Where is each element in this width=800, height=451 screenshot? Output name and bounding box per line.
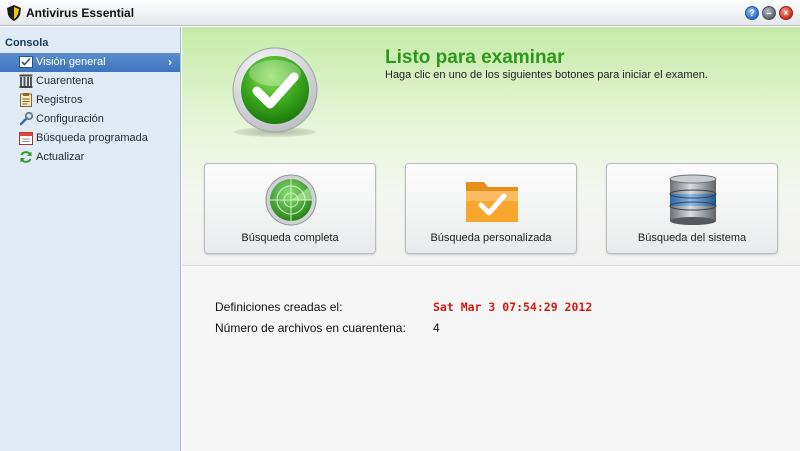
section-divider bbox=[182, 265, 800, 267]
calendar-icon bbox=[19, 132, 33, 145]
title-bar: Antivirus Essential ? – × bbox=[0, 0, 800, 26]
refresh-icon bbox=[20, 151, 32, 163]
logs-icon bbox=[20, 93, 32, 107]
sidebar-item-label: Visión general bbox=[36, 56, 106, 68]
status-title: Listo para examinar bbox=[385, 47, 565, 68]
chevron-right-icon: › bbox=[168, 55, 172, 69]
wrench-icon bbox=[19, 112, 33, 126]
system-scan-label: Búsqueda del sistema bbox=[637, 232, 747, 244]
system-scan-button[interactable]: Búsqueda del sistema bbox=[606, 163, 778, 254]
sidebar-item-label: Actualizar bbox=[36, 151, 85, 163]
sidebar-item-label: Configuración bbox=[36, 113, 104, 125]
definitions-date: Sat Mar 3 07:54:29 2012 bbox=[433, 300, 593, 314]
shield-icon bbox=[7, 5, 21, 21]
close-icon: × bbox=[783, 8, 789, 18]
minimize-button[interactable]: – bbox=[762, 6, 776, 20]
sidebar: Consola Visión general › Cuarentena Regi… bbox=[0, 27, 181, 451]
window-title: Antivirus Essential bbox=[26, 6, 135, 20]
sidebar-item-label: Cuarentena bbox=[36, 75, 94, 87]
custom-scan-button[interactable]: Búsqueda personalizada bbox=[405, 163, 577, 254]
status-banner: Listo para examinar Haga clic en uno de … bbox=[182, 27, 800, 265]
database-icon bbox=[669, 174, 717, 225]
quarantine-count-label: Número de archivos en cuarentena: bbox=[215, 321, 406, 335]
sidebar-header: Consola bbox=[5, 37, 49, 49]
question-icon: ? bbox=[749, 8, 755, 18]
sidebar-item-quarantine[interactable]: Cuarentena bbox=[0, 72, 180, 91]
definitions-label: Definiciones creadas el: bbox=[215, 300, 343, 314]
overview-icon bbox=[19, 56, 33, 68]
sidebar-item-overview[interactable]: Visión general › bbox=[0, 53, 180, 72]
quarantine-count-value: 4 bbox=[433, 321, 440, 335]
close-button[interactable]: × bbox=[779, 6, 793, 20]
sidebar-item-update[interactable]: Actualizar bbox=[0, 148, 180, 167]
sidebar-item-label: Registros bbox=[36, 94, 83, 106]
sidebar-item-settings[interactable]: Configuración bbox=[0, 110, 180, 129]
radar-icon bbox=[265, 174, 317, 226]
sidebar-item-logs[interactable]: Registros bbox=[0, 91, 180, 110]
sidebar-item-label: Búsqueda programada bbox=[36, 132, 148, 144]
full-scan-label: Búsqueda completa bbox=[241, 232, 339, 244]
folder-check-icon bbox=[466, 182, 518, 222]
status-subtitle: Haga clic en uno de los siguientes boton… bbox=[385, 69, 708, 81]
custom-scan-label: Búsqueda personalizada bbox=[430, 232, 552, 244]
main-panel: Listo para examinar Haga clic en uno de … bbox=[182, 27, 800, 451]
quarantine-icon bbox=[19, 74, 33, 88]
sidebar-item-scheduled-scan[interactable]: Búsqueda programada bbox=[0, 129, 180, 148]
full-scan-button[interactable]: Búsqueda completa bbox=[204, 163, 376, 254]
checkmark-icon bbox=[232, 47, 318, 133]
minimize-icon: – bbox=[766, 8, 772, 18]
help-button[interactable]: ? bbox=[745, 6, 759, 20]
